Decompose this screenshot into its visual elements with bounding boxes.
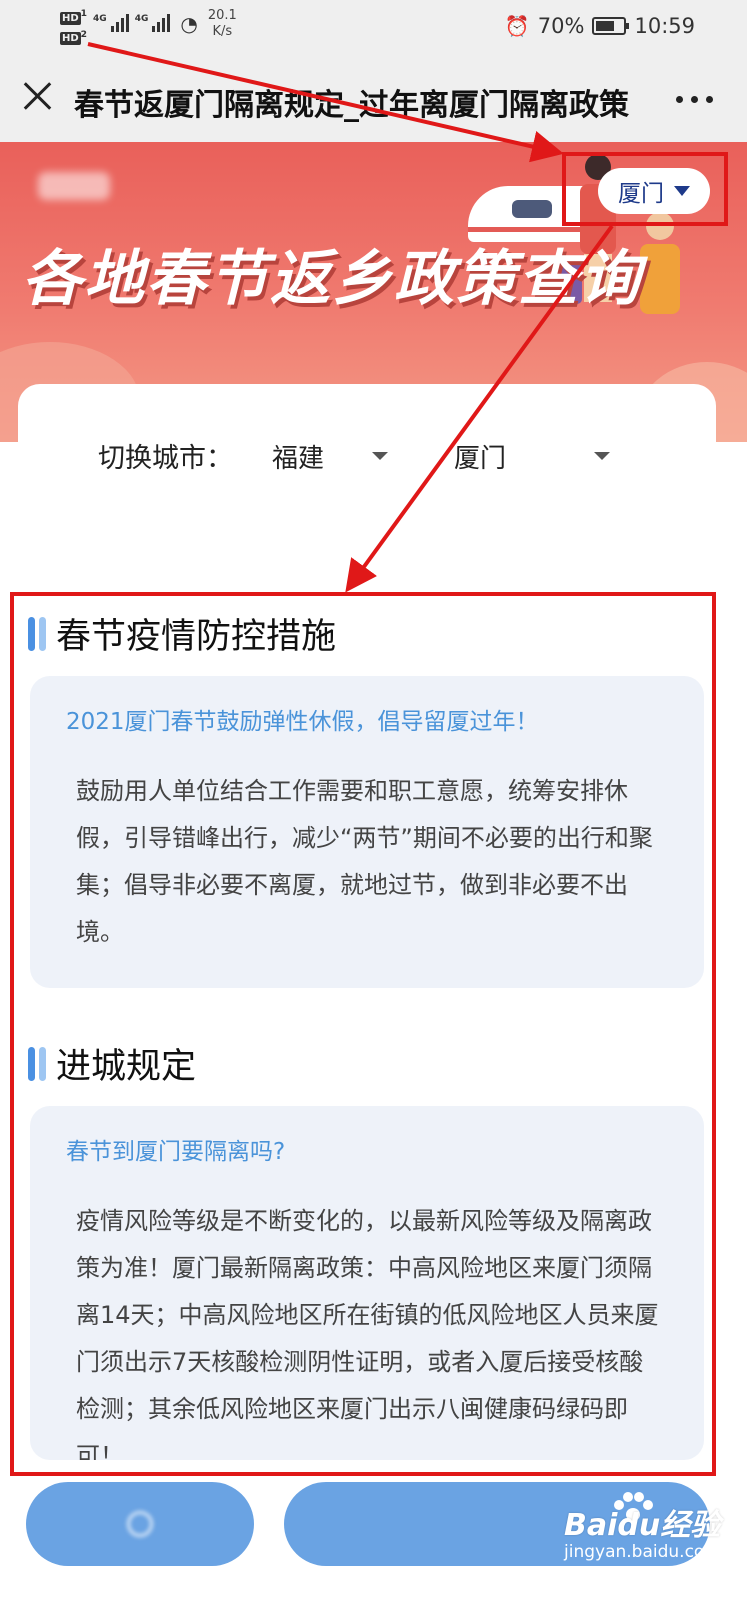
status-bar: HD 1 HD 2 4G 4G ◔ 20.1 K/s ⏰ 70% 10:59 (0, 0, 747, 56)
province-value: 福建 (272, 443, 325, 474)
battery-icon (592, 17, 630, 35)
city-switch-button[interactable]: 厦门 (598, 168, 710, 214)
city-pill-label: 厦门 (618, 181, 664, 207)
wifi-icon: ◔ (180, 12, 198, 36)
network-speed: 20.1 K/s (207, 8, 237, 39)
status-left: HD 1 HD 2 4G 4G ◔ 20.1 K/s (60, 8, 237, 46)
alarm-icon: ⏰ (504, 14, 530, 38)
dropdown-arrow-icon (372, 452, 388, 460)
banner-title: 各地春节返乡政策查询 (22, 244, 642, 314)
section-header-epidemic-control: 春节疫情防控措施 (28, 608, 336, 659)
section-header-entry-rules: 进城规定 (28, 1038, 196, 1089)
share-button[interactable] (26, 1482, 254, 1566)
battery-percent: 70% (537, 14, 585, 38)
info-box-epidemic-control: 2021厦门春节鼓励弹性休假，倡导留厦过年！ 鼓励用人单位结合工作需要和职工意愿… (30, 676, 704, 988)
section-title: 春节疫情防控措施 (56, 617, 337, 657)
status-right: ⏰ 70% 10:59 (505, 14, 695, 38)
province-dropdown[interactable]: 福建 (272, 438, 392, 474)
hd-1-icon: HD 1 (60, 8, 88, 25)
clock: 10:59 (634, 14, 695, 38)
watermark-url: jingyan.baidu.com (564, 1542, 721, 1562)
info-question: 春节到厦门要隔离吗? (66, 1139, 286, 1165)
city-dropdown[interactable]: 厦门 (454, 438, 610, 474)
hd-2-icon: HD 2 (60, 28, 88, 46)
city-selector: 切换城市： 福建 厦门 (98, 434, 638, 478)
share-icon (127, 1511, 153, 1537)
info-box-entry-rules: 春节到厦门要隔离吗? 疫情风险等级是不断变化的，以最新风险等级及隔离政策为准！厦… (30, 1106, 704, 1460)
section-bar-icon (28, 1046, 46, 1081)
info-answer: 疫情风险等级是不断变化的，以最新风险等级及隔离政策为准！厦门最新隔离政策：中高风… (76, 1207, 659, 1460)
section-title: 进城规定 (56, 1047, 197, 1087)
close-icon[interactable] (22, 80, 54, 112)
switch-city-label: 切换城市： (98, 443, 233, 474)
more-options-icon[interactable] (676, 96, 713, 103)
info-answer: 鼓励用人单位结合工作需要和职工意愿，统筹安排休假，引导错峰出行，减少“两节”期间… (76, 777, 653, 946)
hd-indicators: HD 1 HD 2 (60, 8, 88, 46)
city-value: 厦门 (454, 443, 507, 474)
baidu-watermark: Baidu经验 jingyan.baidu.com (560, 1492, 740, 1582)
dropdown-arrow-icon (594, 452, 610, 460)
section-bar-icon (28, 616, 46, 651)
blurred-logo (38, 172, 110, 200)
signal-1-icon: 4G (93, 14, 129, 32)
caret-down-icon (674, 186, 690, 196)
page-title: 春节返厦门隔离规定_过年离厦门隔离政策 (74, 88, 629, 123)
signal-2-icon: 4G (135, 14, 171, 32)
traveler-illustration (640, 212, 680, 342)
info-question: 2021厦门春节鼓励弹性休假，倡导留厦过年！ (66, 709, 539, 735)
watermark-brand: Baidu经验 (564, 1508, 721, 1543)
title-bar: 春节返厦门隔离规定_过年离厦门隔离政策 (0, 56, 747, 142)
